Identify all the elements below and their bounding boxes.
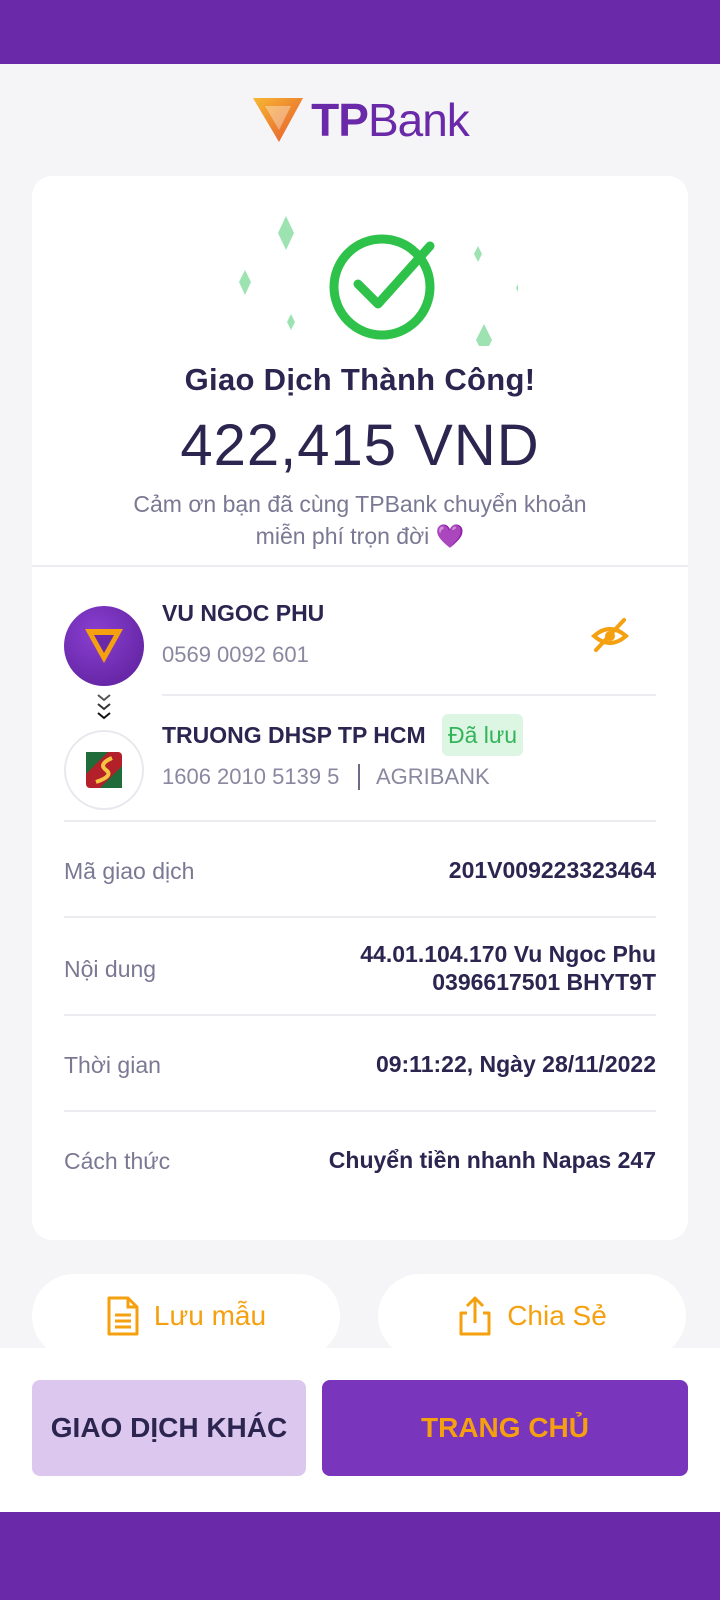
- sender-avatar: [64, 606, 144, 686]
- tpbank-logo-icon: [253, 98, 304, 142]
- saved-badge: Đã lưu: [442, 714, 524, 756]
- divider: [64, 820, 656, 822]
- agribank-logo-icon: [86, 752, 122, 788]
- time-label: Thời gian: [64, 1052, 161, 1078]
- share-button[interactable]: Chia Sẻ: [378, 1274, 686, 1358]
- divider: [162, 694, 656, 696]
- content-value: 44.01.104.170 Vu Ngoc Phu 0396617501 BHY…: [360, 941, 656, 995]
- home-button[interactable]: TRANG CHỦ: [322, 1380, 688, 1476]
- divider: [64, 916, 656, 918]
- transfer-amount: 422,415 VND: [180, 413, 540, 478]
- document-icon: [107, 1296, 139, 1336]
- sender-name: VU NGOC PHU: [162, 600, 325, 626]
- logo-wordmark: TPBank: [311, 94, 470, 146]
- divider: [32, 565, 688, 567]
- save-template-label: Lưu mẫu: [153, 1300, 267, 1331]
- txn-id-value: 201V009223323464: [448, 857, 656, 883]
- receiver-account: 1606 2010 5139 5: [162, 764, 340, 789]
- success-title: Giao Dịch Thành Công!: [184, 362, 536, 397]
- success-check-icon: [239, 216, 518, 346]
- content-label: Nội dung: [64, 956, 157, 982]
- receiver-bank: AGRIBANK: [376, 764, 490, 789]
- share-icon: [459, 1296, 491, 1336]
- transfer-direction-chevrons-icon: [97, 694, 111, 720]
- thanks-message: Cảm ơn bạn đã cùng TPBank chuyển khoản m…: [133, 491, 587, 549]
- divider: [64, 1014, 656, 1016]
- tpbank-logo: TPBank: [0, 94, 720, 146]
- hide-balance-eye-off-icon[interactable]: [590, 616, 630, 654]
- separator: [358, 764, 360, 790]
- save-template-button[interactable]: Lưu mẫu: [32, 1274, 340, 1358]
- method-value: Chuyển tiền nhanh Napas 247: [328, 1147, 656, 1173]
- time-value: 09:11:22, Ngày 28/11/2022: [375, 1051, 656, 1077]
- transaction-card: Giao Dịch Thành Công! 422,415 VND Cảm ơn…: [32, 176, 688, 1240]
- divider: [64, 1110, 656, 1112]
- status-bar: [0, 0, 720, 64]
- txn-id-label: Mã giao dịch: [64, 858, 195, 884]
- tpbank-logo-icon: [85, 629, 123, 663]
- share-label: Chia Sẻ: [507, 1300, 607, 1331]
- receiver-bank-avatar: [64, 730, 144, 810]
- receiver-name: TRUONG DHSP TP HCM: [162, 722, 426, 748]
- system-navigation-bar: [0, 1512, 720, 1600]
- other-transaction-button[interactable]: GIAO DỊCH KHÁC: [32, 1380, 306, 1476]
- sender-account: 0569 0092 601: [162, 642, 309, 667]
- method-label: Cách thức: [64, 1148, 171, 1174]
